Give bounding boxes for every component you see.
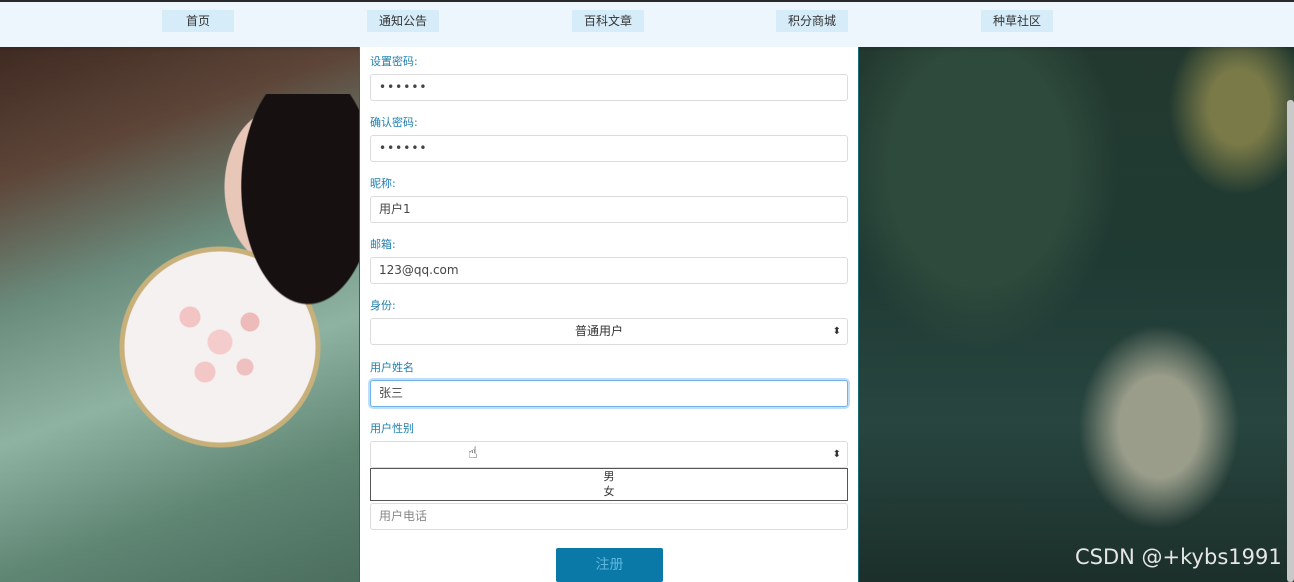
username-label: 用户姓名 bbox=[370, 361, 414, 374]
phone-field[interactable]: 用户电话 bbox=[370, 503, 848, 530]
gender-option-male[interactable]: 男 bbox=[371, 469, 847, 484]
email-label: 邮箱: bbox=[370, 238, 396, 251]
sort-arrows-icon: ⬍ bbox=[832, 449, 841, 460]
sort-arrows-icon: ⬍ bbox=[832, 326, 841, 337]
identity-selected-value: 普通用户 bbox=[574, 324, 623, 338]
phone-placeholder: 用户电话 bbox=[379, 509, 428, 523]
hand-pointer-icon: ☝ bbox=[468, 443, 478, 462]
nickname-field[interactable]: 用户1 bbox=[370, 196, 848, 223]
nav-item-home[interactable]: 首页 bbox=[162, 10, 234, 32]
right-background-photo bbox=[859, 47, 1294, 582]
photo-fan-flowers bbox=[160, 287, 280, 397]
gender-label: 用户性别 bbox=[370, 422, 414, 435]
nav-item-articles[interactable]: 百科文章 bbox=[572, 10, 644, 32]
page-scrollbar[interactable] bbox=[1287, 100, 1294, 582]
email-field[interactable]: 123@qq.com bbox=[370, 257, 848, 284]
nav-item-points-mall[interactable]: 积分商城 bbox=[776, 10, 848, 32]
register-form-panel: 设置密码: •••••• 确认密码: •••••• 昵称: 用户1 邮箱: 12… bbox=[359, 47, 859, 582]
gender-option-female[interactable]: 女 bbox=[371, 484, 847, 499]
top-navigation: 首页 通知公告 百科文章 积分商城 种草社区 bbox=[0, 0, 1294, 47]
confirm-password-field[interactable]: •••••• bbox=[370, 135, 848, 162]
left-background-photo bbox=[0, 47, 360, 582]
nav-item-notices[interactable]: 通知公告 bbox=[367, 10, 439, 32]
confirm-password-label: 确认密码: bbox=[370, 116, 418, 129]
password-field[interactable]: •••••• bbox=[370, 74, 848, 101]
gender-dropdown-list: 男 女 bbox=[370, 468, 848, 501]
nickname-label: 昵称: bbox=[370, 177, 396, 190]
gender-select[interactable]: ⬍ bbox=[370, 441, 848, 468]
username-field[interactable]: 张三 bbox=[370, 380, 848, 407]
csdn-watermark: CSDN @+kybs1991 bbox=[1075, 545, 1282, 569]
identity-label: 身份: bbox=[370, 299, 396, 312]
password-label: 设置密码: bbox=[370, 55, 418, 68]
nav-item-community[interactable]: 种草社区 bbox=[981, 10, 1053, 32]
register-button[interactable]: 注册 bbox=[556, 548, 663, 582]
identity-select[interactable]: 普通用户 ⬍ bbox=[370, 318, 848, 345]
